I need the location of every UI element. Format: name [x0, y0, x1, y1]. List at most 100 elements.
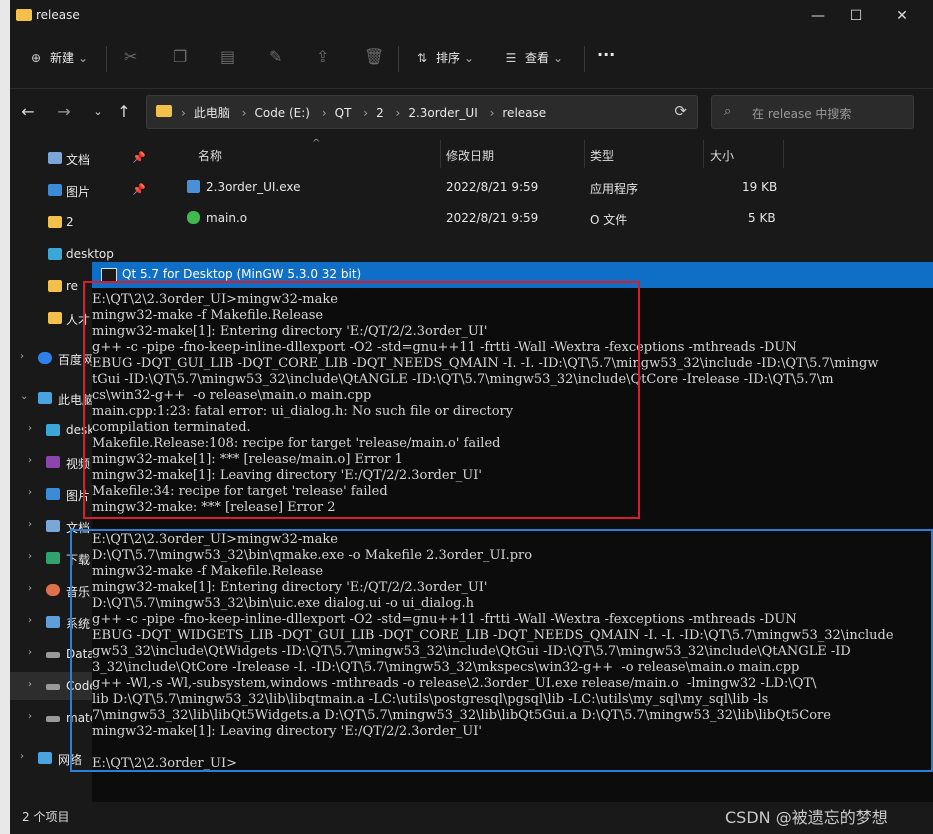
- sort-label: 排序: [436, 51, 461, 65]
- title-bar: release — ☐ ✕: [10, 0, 933, 32]
- paste-icon[interactable]: ▤: [220, 47, 235, 66]
- file-type: O 文件: [590, 213, 628, 227]
- maximize-button[interactable]: ☐: [844, 6, 868, 26]
- document-icon: [46, 520, 60, 532]
- breadcrumb-item[interactable]: Code (E:): [254, 106, 310, 120]
- breadcrumb: › 此电脑 › Code (E:) › QT › 2 › 2.3order_UI › rel…: [181, 106, 547, 120]
- plus-circle-icon: ⊕: [30, 51, 42, 65]
- refresh-icon[interactable]: ⟳: [674, 102, 687, 120]
- desktop-icon: [46, 424, 60, 436]
- baidu-netdisk-icon: [38, 352, 52, 364]
- back-arrow-icon[interactable]: ←: [16, 100, 40, 124]
- breadcrumb-item[interactable]: QT: [335, 106, 352, 120]
- sidebar-item-label: re: [66, 279, 79, 293]
- chevron-down-icon[interactable]: ⌄: [20, 391, 28, 402]
- drive-icon: [46, 652, 60, 658]
- pin-icon[interactable]: 📌: [132, 151, 146, 164]
- search-placeholder: 在 release 中搜索: [752, 107, 852, 121]
- chevron-right-icon[interactable]: ›: [28, 647, 32, 658]
- view-label: 查看: [525, 51, 550, 65]
- folder-icon: [48, 216, 62, 228]
- document-icon: [48, 152, 62, 164]
- chevron-right-icon[interactable]: ›: [28, 583, 32, 594]
- pin-icon[interactable]: 📌: [132, 183, 146, 196]
- file-name: 2.3order_UI.exe: [206, 180, 301, 194]
- forward-arrow-icon[interactable]: →: [52, 100, 76, 124]
- toolbar-divider: [398, 46, 399, 72]
- file-type: 应用程序: [590, 182, 639, 196]
- sidebar-item-documents[interactable]: 文档 📌: [10, 144, 166, 172]
- view-button[interactable]: ☰ 查看 ⌄: [503, 49, 563, 66]
- drive-icon: [46, 684, 60, 690]
- background-window-strip: [0, 0, 10, 834]
- column-name[interactable]: 名称: [198, 147, 222, 164]
- copy-icon[interactable]: ❐: [173, 47, 187, 66]
- chevron-right-icon[interactable]: ›: [28, 551, 32, 562]
- delete-icon[interactable]: 🗑: [364, 47, 384, 66]
- chevron-right-icon[interactable]: ›: [20, 351, 24, 362]
- sidebar-item-label: desktop: [66, 247, 114, 261]
- address-bar[interactable]: › 此电脑 › Code (E:) › QT › 2 › 2.3order_UI › rel…: [146, 95, 698, 129]
- exe-file-icon: [187, 180, 200, 193]
- window-title: release: [36, 8, 80, 22]
- item-count: 2 个项目: [22, 810, 70, 824]
- console-title: Qt 5.7 for Desktop (MinGW 5.3.0 32 bit): [122, 267, 362, 281]
- object-file-icon: [187, 211, 200, 224]
- drive-icon: [46, 716, 60, 722]
- chevron-right-icon[interactable]: ›: [28, 615, 32, 626]
- breadcrumb-item[interactable]: 此电脑: [194, 106, 230, 120]
- new-button[interactable]: ⊕ 新建 ⌄: [28, 49, 88, 66]
- chevron-right-icon[interactable]: ›: [28, 679, 32, 690]
- breadcrumb-item[interactable]: 2: [376, 106, 384, 120]
- download-icon: [46, 552, 60, 564]
- share-icon[interactable]: ⇪: [316, 47, 329, 66]
- sidebar-item-2[interactable]: 2: [10, 208, 166, 236]
- up-arrow-icon[interactable]: ↑: [112, 100, 136, 124]
- toolbar-divider: [106, 46, 107, 72]
- chevron-right-icon[interactable]: ›: [28, 423, 32, 434]
- error-highlight-box: [83, 281, 640, 519]
- sort-icon: ⇅: [416, 51, 428, 65]
- file-size: 19 KB: [742, 180, 778, 194]
- sidebar-item-pictures[interactable]: 图片 📌: [10, 176, 166, 204]
- network-icon: [38, 752, 52, 764]
- picture-icon: [48, 184, 62, 196]
- column-header: 名称 ^ 修改日期 类型 大小: [170, 138, 933, 168]
- file-row[interactable]: 2.3order_UI.exe 2022/8/21 9:59 应用程序 19 K…: [170, 172, 933, 202]
- cut-icon[interactable]: ✂: [124, 47, 137, 66]
- sort-ascending-icon: ^: [312, 138, 321, 149]
- chevron-right-icon[interactable]: ›: [28, 711, 32, 722]
- more-options-button[interactable]: ···: [597, 45, 615, 64]
- file-name: main.o: [206, 211, 248, 225]
- console-icon: [101, 268, 117, 282]
- file-date: 2022/8/21 9:59: [446, 211, 539, 225]
- windows-drive-icon: [46, 616, 60, 628]
- folder-icon: [48, 280, 62, 292]
- chevron-right-icon[interactable]: ›: [28, 487, 32, 498]
- new-label: 新建: [50, 51, 75, 65]
- search-icon: ⌕: [724, 104, 732, 119]
- rename-icon[interactable]: ✎: [269, 47, 282, 66]
- close-button[interactable]: ✕: [890, 6, 914, 26]
- watermark: CSDN @被遗忘的梦想: [725, 808, 888, 827]
- breadcrumb-item[interactable]: release: [502, 106, 546, 120]
- toolbar-divider: [584, 46, 585, 72]
- picture-icon: [46, 488, 60, 500]
- folder-icon: [16, 9, 32, 21]
- recent-chevron-icon[interactable]: ⌄: [86, 100, 110, 124]
- minimize-button[interactable]: —: [806, 6, 830, 26]
- chevron-right-icon[interactable]: ›: [20, 751, 24, 762]
- breadcrumb-item[interactable]: 2.3order_UI: [408, 106, 477, 120]
- file-row[interactable]: main.o 2022/8/21 9:59 O 文件 5 KB: [170, 203, 933, 233]
- sidebar-item-label: 文档: [66, 153, 91, 167]
- chevron-right-icon[interactable]: ›: [28, 455, 32, 466]
- column-date[interactable]: 修改日期: [446, 147, 494, 164]
- sidebar-item-label: 图片: [66, 185, 91, 199]
- search-box[interactable]: ⌕ 在 release 中搜索: [711, 95, 914, 129]
- success-highlight-box: [70, 529, 933, 772]
- column-size[interactable]: 大小: [710, 147, 734, 164]
- column-type[interactable]: 类型: [590, 147, 614, 164]
- chevron-right-icon[interactable]: ›: [28, 519, 32, 530]
- navigation-bar: ← → ⌄ ↑ › 此电脑 › Code (E:) › QT › 2 › 2.3order…: [10, 88, 933, 136]
- sort-button[interactable]: ⇅ 排序 ⌄: [414, 49, 474, 66]
